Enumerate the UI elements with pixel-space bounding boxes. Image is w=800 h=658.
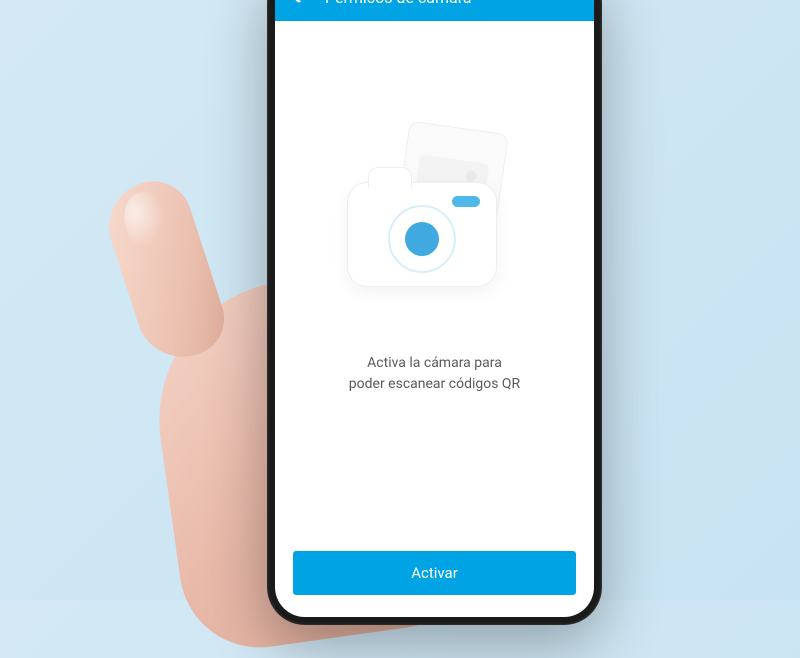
permission-message: Activa la cámara para poder escanear cód… [349,353,520,395]
phone-frame: Permisos de cámara [267,0,602,625]
app-bar: Permisos de cámara [275,0,594,21]
permission-content: Activa la cámara para poder escanear cód… [275,21,594,535]
phone-screen: Permisos de cámara [275,0,594,617]
back-icon[interactable] [289,0,309,7]
message-line-1: Activa la cámara para [367,355,502,371]
camera-illustration [335,121,535,301]
message-line-2: poder escanear códigos QR [349,376,520,392]
bottom-action-bar: Activar [275,535,594,617]
activate-button[interactable]: Activar [293,551,576,595]
camera-icon [347,182,497,287]
app-bar-title: Permisos de cámara [325,0,472,7]
